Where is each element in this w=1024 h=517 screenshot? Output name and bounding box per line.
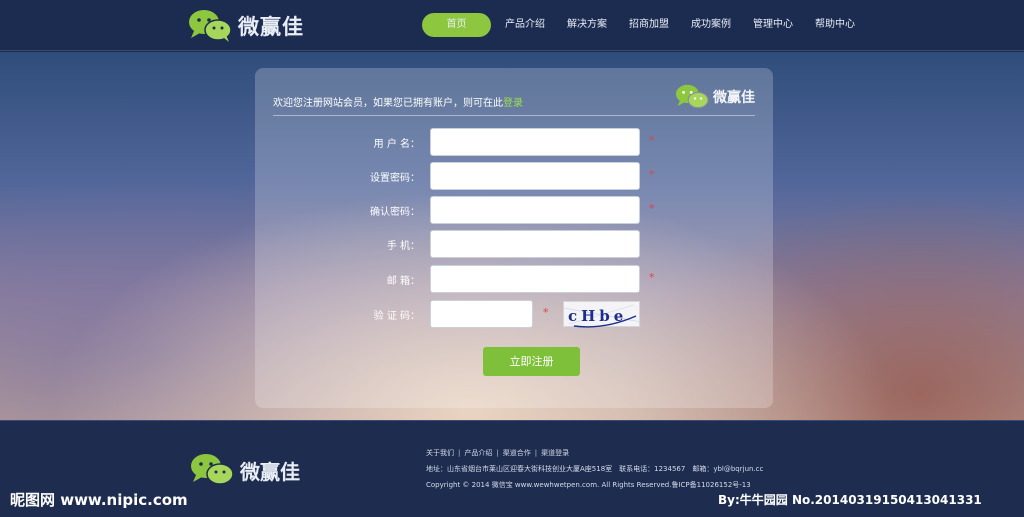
password-label: 设置密码： [370,173,420,184]
confirm-password-label: 确认密码： [370,207,420,218]
field-row-captcha: 验 证 码： * cHbe [255,300,773,328]
footer-link-separator: | [534,449,538,457]
nav-item-admin[interactable]: 管理中心 [743,13,803,37]
footer-link-separator: | [496,449,499,457]
register-card: 欢迎您注册网站会员，如果您已拥有账户，则可在此登录 微赢佳 用 户 名： * 设… [255,68,773,408]
captcha-image[interactable]: cHbe [563,301,642,328]
required-mark: * [543,306,549,319]
confirm-password-input[interactable] [430,196,640,224]
phone-label: 手 机： [386,241,420,252]
footer-link-about[interactable]: 关于我们 [426,449,454,457]
username-input[interactable] [430,128,640,156]
footer-brand-name: 微赢佳 [240,459,300,484]
footer-links: 关于我们 | 产品介绍 | 渠道合作 | 渠道登录 [426,448,569,458]
captcha-noise-graphic: cHbe [563,304,642,328]
required-mark: * [649,134,655,147]
captcha-label: 验 证 码： [373,311,420,322]
header-logo[interactable]: 微赢佳 [188,8,304,44]
footer-copyright: Copyright © 2014 微信宝 www.wewhwetpen.com.… [426,481,751,489]
footer-link-separator: | [458,449,461,457]
captcha-input[interactable] [430,300,533,328]
nav-item-home[interactable]: 首页 [422,13,491,37]
card-logo: 微赢佳 [675,84,755,110]
nav-item-solutions[interactable]: 解决方案 [557,13,617,37]
footer-link-products[interactable]: 产品介绍 [464,449,492,457]
wechat-bubbles-icon [191,454,234,485]
footer-address: 地址：山东省烟台市莱山区迎春大街科技创业大厦A座518室 联系电话：123456… [426,465,764,473]
register-intro: 欢迎您注册网站会员，如果您已拥有账户，则可在此登录 [273,94,523,109]
required-mark: * [649,168,655,181]
main-nav: 首页 产品介绍 解决方案 招商加盟 成功案例 管理中心 帮助中心 [422,13,867,37]
footer-link-partner-login[interactable]: 渠道登录 [541,449,569,457]
username-label: 用 户 名： [373,139,420,150]
watermark-right: By:牛牛园园 No.20140319150413041331 [718,493,982,507]
email-label: 邮 箱： [386,276,420,287]
nav-item-cases[interactable]: 成功案例 [681,13,741,37]
register-submit-button[interactable]: 立即注册 [483,347,580,376]
register-intro-text: 欢迎您注册网站会员，如果您已拥有账户，则可在此 [273,98,503,109]
card-brand-name: 微赢佳 [713,90,755,106]
captcha-text: cHbe [568,307,627,325]
site-header: 微赢佳 首页 产品介绍 解决方案 招商加盟 成功案例 管理中心 帮助中心 [0,0,1024,51]
card-divider [273,115,755,116]
watermark-left: 昵图网 www.nipic.com [10,491,188,509]
footer-logo[interactable]: 微赢佳 [190,453,300,487]
nav-item-products[interactable]: 产品介绍 [495,13,555,37]
wechat-bubbles-icon [675,84,709,109]
field-row-email: 邮 箱： * [255,265,773,293]
required-mark: * [649,271,655,284]
footer-link-partners[interactable]: 渠道合作 [503,449,531,457]
email-input[interactable] [430,265,640,293]
brand-name: 微赢佳 [238,15,304,39]
nav-item-help[interactable]: 帮助中心 [805,13,865,37]
login-link[interactable]: 登录 [503,98,523,109]
phone-input[interactable] [430,230,640,258]
required-mark: * [649,202,655,215]
wechat-bubbles-icon [189,10,232,42]
field-row-username: 用 户 名： * [255,128,773,156]
password-input[interactable] [430,162,640,190]
field-row-phone: 手 机： [255,230,773,258]
field-row-confirm-password: 确认密码： * [255,196,773,224]
nav-item-franchise[interactable]: 招商加盟 [619,13,679,37]
field-row-password: 设置密码： * [255,162,773,190]
